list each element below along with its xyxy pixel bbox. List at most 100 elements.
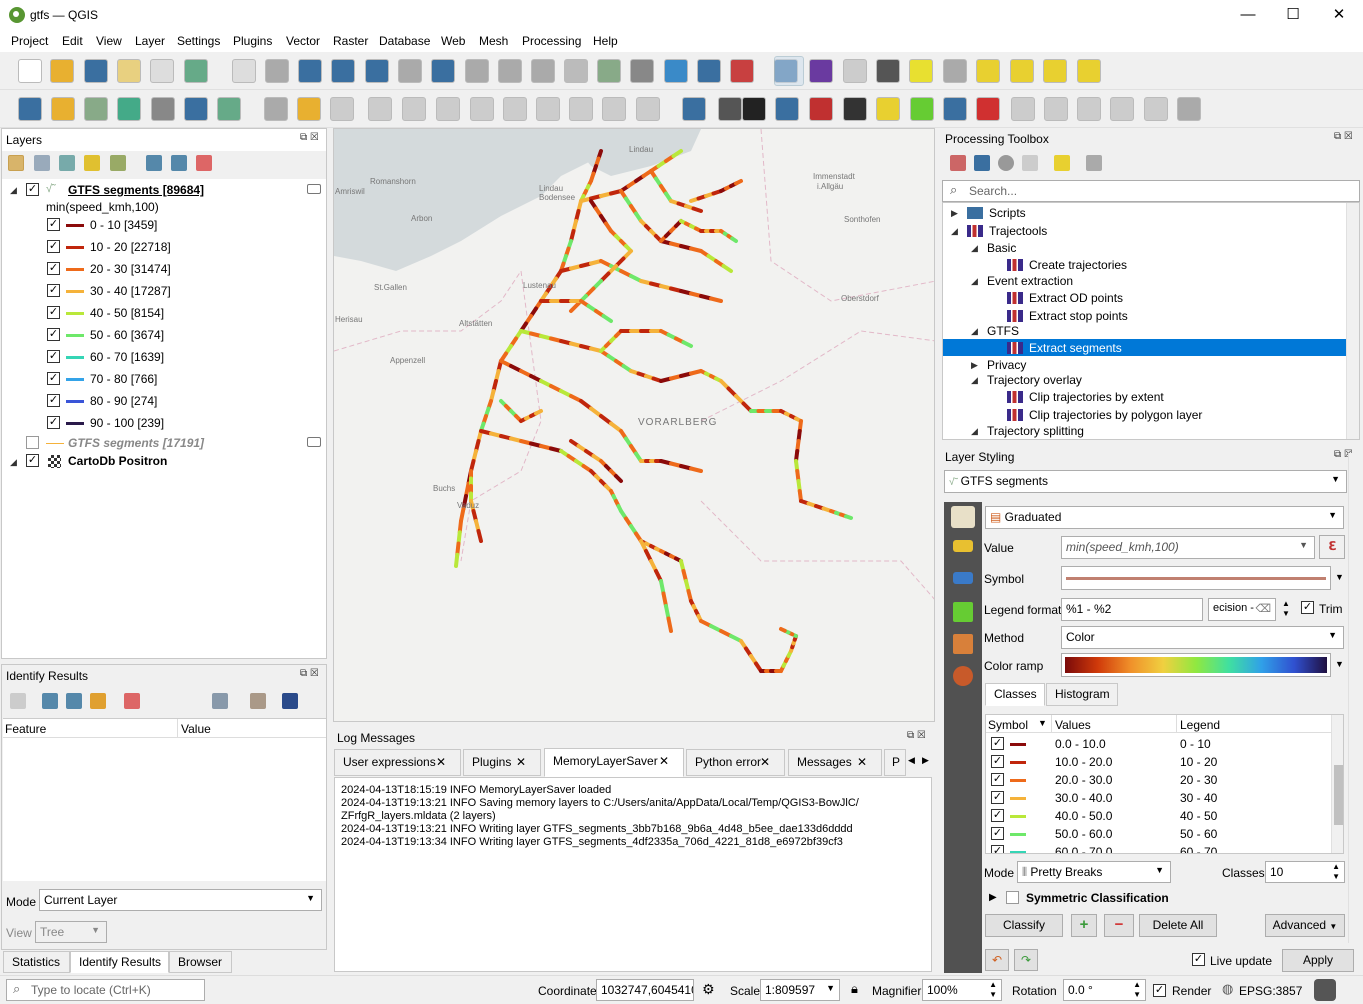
- menu-project[interactable]: Project: [11, 34, 48, 48]
- tab-histogram[interactable]: Histogram: [1046, 683, 1118, 706]
- expand-all-results-icon[interactable]: [42, 693, 58, 709]
- collapse-all-results-icon[interactable]: [66, 693, 82, 709]
- maximize-button[interactable]: ☐: [1270, 0, 1316, 30]
- help-icon[interactable]: [282, 693, 298, 709]
- layer2-checkbox[interactable]: [26, 436, 39, 449]
- tab-scroll-left-icon[interactable]: ◀: [908, 755, 915, 766]
- legend-format-input[interactable]: %1 - %2: [1061, 598, 1203, 621]
- tree-expand-icon[interactable]: ◢: [971, 426, 978, 437]
- advanced-button[interactable]: Advanced ▼: [1265, 914, 1345, 937]
- class-row-checkbox[interactable]: ✓: [991, 737, 1004, 750]
- class-checkbox[interactable]: ✓: [47, 350, 60, 363]
- text-format-icon[interactable]: [1177, 97, 1201, 121]
- crs-label[interactable]: EPSG:3857: [1239, 984, 1302, 998]
- delete-all-button[interactable]: Delete All: [1139, 914, 1217, 937]
- class-row-legend[interactable]: 30 - 40: [1180, 791, 1217, 805]
- new-temp-layer-icon[interactable]: [151, 97, 175, 121]
- styling-scrollbar[interactable]: [1348, 453, 1362, 943]
- log-tab-plugins[interactable]: Plugins ✕: [463, 749, 541, 776]
- toolbox-item[interactable]: Extract stop points: [1029, 309, 1128, 323]
- class-row-values[interactable]: 60.0 - 70.0: [1055, 845, 1112, 853]
- log-text-area[interactable]: 2024-04-13T18:15:19 INFO MemoryLayerSave…: [334, 777, 932, 972]
- toolbox-item[interactable]: Trajectory overlay: [987, 373, 1082, 387]
- class-checkbox[interactable]: ✓: [47, 306, 60, 319]
- expand-tree-icon[interactable]: [10, 693, 26, 709]
- new-gpx-icon[interactable]: [217, 97, 241, 121]
- class-row-values[interactable]: 30.0 - 40.0: [1055, 791, 1112, 805]
- menu-web[interactable]: Web: [441, 34, 465, 48]
- menu-edit[interactable]: Edit: [62, 34, 83, 48]
- log-tab-more[interactable]: P: [884, 749, 906, 776]
- style-manager-icon[interactable]: [8, 155, 24, 171]
- class-row-checkbox[interactable]: ✓: [991, 791, 1004, 804]
- toolbox-float-close-icons[interactable]: ⧉ ☒: [1334, 131, 1353, 142]
- class-row-checkbox[interactable]: ✓: [991, 809, 1004, 822]
- expand-all-icon[interactable]: [146, 155, 162, 171]
- label-toolbar-6-icon[interactable]: [1110, 97, 1134, 121]
- measure-icon[interactable]: [876, 59, 900, 83]
- class-row-values[interactable]: 50.0 - 60.0: [1055, 827, 1112, 841]
- layer3-checkbox[interactable]: ✓: [26, 454, 39, 467]
- toolbox-item[interactable]: Event extraction: [987, 274, 1073, 288]
- filter-expression-icon[interactable]: [110, 155, 126, 171]
- map-canvas[interactable]: Lindau Immenstadt i.Allgäu Romanshorn Amrisw…: [333, 128, 935, 722]
- undo-icon[interactable]: [602, 97, 626, 121]
- paste-icon[interactable]: [569, 97, 593, 121]
- classify-button[interactable]: Classify: [985, 914, 1063, 937]
- symbol-col-header[interactable]: Symbol: [988, 718, 1028, 732]
- python-console-icon[interactable]: [682, 97, 706, 121]
- toolbox-item[interactable]: Create trajectories: [1029, 258, 1127, 272]
- log-float-close-icons[interactable]: ⧉ ☒: [907, 730, 926, 741]
- remove-layer-icon[interactable]: [196, 155, 212, 171]
- identify-settings-icon[interactable]: [250, 693, 266, 709]
- class-row-values[interactable]: 10.0 - 20.0: [1055, 755, 1112, 769]
- menu-database[interactable]: Database: [379, 34, 430, 48]
- menu-settings[interactable]: Settings: [177, 34, 220, 48]
- collapse-all-icon[interactable]: [171, 155, 187, 171]
- new-project-icon[interactable]: [18, 59, 42, 83]
- classification-mode-select[interactable]: ⫴ Pretty Breaks ▼: [1017, 861, 1171, 883]
- class-row-checkbox[interactable]: ✓: [991, 827, 1004, 840]
- styling-layer-select[interactable]: √˜ GTFS segments ▼: [944, 470, 1347, 493]
- symbology-tab-icon[interactable]: [951, 506, 975, 528]
- new-spatialite-icon[interactable]: [117, 97, 141, 121]
- refresh-layer-icon[interactable]: [775, 97, 799, 121]
- masks-tab-icon[interactable]: [953, 572, 973, 584]
- menu-raster[interactable]: Raster: [333, 34, 368, 48]
- messages-icon[interactable]: [1314, 979, 1336, 1001]
- zoom-last-icon[interactable]: [498, 59, 522, 83]
- toggle-editing-icon[interactable]: [297, 97, 321, 121]
- layer1-name[interactable]: GTFS segments [89684]: [68, 183, 204, 197]
- layer2-notes-icon[interactable]: [307, 437, 321, 447]
- rendering-tab-icon[interactable]: [953, 634, 973, 654]
- apply-button[interactable]: Apply: [1282, 949, 1354, 972]
- class-row-legend[interactable]: 10 - 20: [1180, 755, 1217, 769]
- symmetric-expand-icon[interactable]: ▶: [989, 892, 997, 903]
- select-features-icon[interactable]: [976, 59, 1000, 83]
- crs-globe-icon[interactable]: ◍: [1222, 981, 1233, 997]
- tree-expand-icon[interactable]: ◢: [971, 375, 978, 386]
- tab-classes[interactable]: Classes: [985, 683, 1045, 706]
- toolbox-item[interactable]: Scripts: [989, 206, 1026, 220]
- class-checkbox[interactable]: ✓: [47, 328, 60, 341]
- history-icon[interactable]: [998, 155, 1014, 171]
- legend-col-header[interactable]: Legend: [1180, 718, 1220, 732]
- class-row-legend[interactable]: 50 - 60: [1180, 827, 1217, 841]
- vertex-tool-icon[interactable]: [402, 97, 426, 121]
- symbol-button[interactable]: [1061, 566, 1331, 590]
- menu-layer[interactable]: Layer: [135, 34, 165, 48]
- class-checkbox[interactable]: ✓: [47, 240, 60, 253]
- redo-button[interactable]: ↷: [1014, 949, 1038, 971]
- view-select[interactable]: Tree ▼: [35, 921, 107, 943]
- label-toolbar-2-icon[interactable]: [976, 97, 1000, 121]
- pan-to-selection-icon[interactable]: [265, 59, 289, 83]
- menu-processing[interactable]: Processing: [522, 34, 581, 48]
- rotation-spinbox[interactable]: 0.0 ° ▲ ▼: [1063, 979, 1146, 1001]
- label-toolbar-1-icon[interactable]: [943, 97, 967, 121]
- tree-expand-icon[interactable]: ◢: [971, 243, 978, 254]
- save-project-icon[interactable]: [84, 59, 108, 83]
- menu-mesh[interactable]: Mesh: [479, 34, 508, 48]
- edit-features-in-place-icon[interactable]: [1054, 155, 1070, 171]
- modify-attributes-icon[interactable]: [436, 97, 460, 121]
- class-checkbox[interactable]: ✓: [47, 416, 60, 429]
